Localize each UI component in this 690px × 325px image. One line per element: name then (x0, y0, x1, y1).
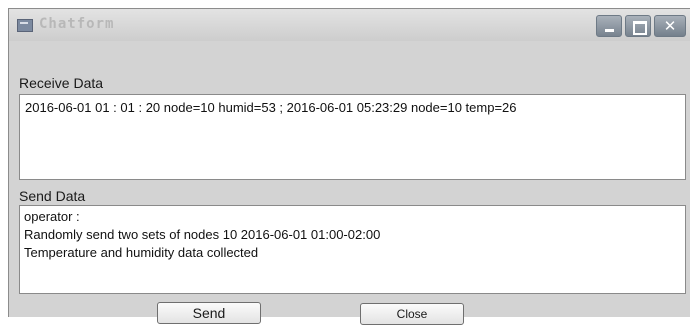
close-icon: ✕ (663, 17, 677, 35)
chatform-window: Chatform ✕ Receive Data 2016-06-01 01 : … (8, 8, 690, 325)
window-title: Chatform (39, 16, 115, 32)
send-line-collected: Temperature and humidity data collected (24, 245, 259, 260)
send-line-description: Randomly send two sets of nodes 10 2016-… (24, 227, 381, 242)
close-button[interactable]: Close (360, 303, 464, 325)
app-icon (17, 19, 33, 32)
title-bar[interactable]: Chatform ✕ (9, 9, 690, 41)
close-window-button[interactable]: ✕ (654, 15, 686, 37)
maximize-icon (633, 21, 647, 35)
maximize-button[interactable] (625, 15, 651, 37)
send-button[interactable]: Send (157, 302, 261, 324)
send-line-operator: operator : (24, 209, 80, 224)
window-controls: ✕ (596, 15, 686, 37)
receive-data-textbox[interactable]: 2016-06-01 01 : 01 : 20 node=10 humid=53… (19, 94, 686, 180)
send-data-label: Send Data (19, 188, 86, 204)
receive-data-text: 2016-06-01 01 : 01 : 20 node=10 humid=53… (25, 100, 517, 115)
receive-data-label: Receive Data (19, 75, 104, 91)
send-data-textbox[interactable]: operator : Randomly send two sets of nod… (19, 205, 686, 294)
form-client-area: Receive Data 2016-06-01 01 : 01 : 20 nod… (9, 41, 690, 325)
minimize-icon (605, 29, 614, 32)
minimize-button[interactable] (596, 15, 622, 37)
